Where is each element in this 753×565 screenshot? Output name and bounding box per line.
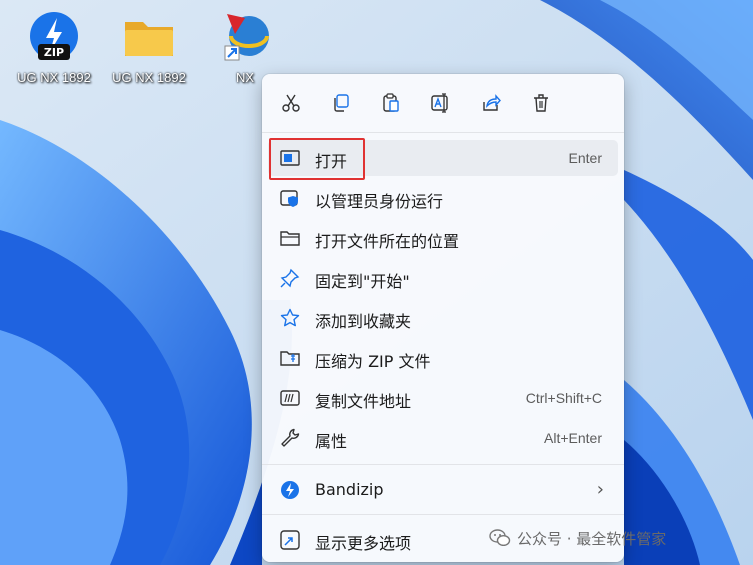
watermark: 公众号 · 最全软件管家: [489, 526, 666, 550]
copy-icon: [334, 94, 349, 112]
zip-folder-icon: [280, 351, 300, 366]
bandizip-icon: [281, 481, 299, 499]
menu-item-copy-path[interactable]: 复制文件地址 Ctrl+Shift+C: [268, 380, 618, 416]
menu-item-shortcut: Enter: [568, 150, 602, 166]
menu-item-pin-to-start[interactable]: 固定到"开始": [268, 260, 618, 296]
menu-item-label: 显示更多选项: [315, 534, 412, 553]
cut-button[interactable]: [278, 90, 304, 116]
menu-item-shortcut: Alt+Enter: [544, 430, 602, 446]
menu-item-label: 固定到"开始": [315, 272, 410, 291]
menu-item-label: 添加到收藏夹: [315, 312, 412, 331]
context-menu-toolbar: [262, 74, 624, 132]
menu-item-properties[interactable]: 属性 Alt+Enter: [268, 420, 618, 456]
menu-item-label: 复制文件地址: [315, 392, 412, 411]
menu-separator: [262, 132, 624, 133]
desktop-icon-ug-folder[interactable]: UG NX 1892: [103, 8, 195, 85]
menu-item-label: 打开文件所在的位置: [315, 232, 460, 251]
watermark-text: 公众号 · 最全软件管家: [517, 529, 667, 548]
menu-separator: [262, 514, 624, 515]
menu-item-add-to-favorites[interactable]: 添加到收藏夹: [268, 300, 618, 336]
copy-button[interactable]: [328, 90, 354, 116]
svg-text:ZIP: ZIP: [44, 46, 64, 59]
paste-icon: [383, 93, 399, 112]
menu-item-label: Bandizip: [315, 480, 384, 499]
desktop-icon-label: UG NX 1892: [112, 70, 186, 85]
menu-item-run-as-admin[interactable]: 以管理员身份运行: [268, 180, 618, 216]
folder-outline-icon: [280, 231, 300, 246]
paste-button[interactable]: [378, 90, 404, 116]
share-icon: [483, 94, 501, 111]
star-icon: [280, 308, 300, 327]
menu-item-compress-zip[interactable]: 压缩为 ZIP 文件: [268, 340, 618, 376]
more-options-icon: [280, 530, 300, 550]
submenu-chevron-icon: ›: [596, 479, 604, 500]
folder-icon: [119, 8, 179, 68]
zip-archive-icon: ZIP: [24, 8, 84, 68]
wrench-icon: [281, 428, 300, 447]
share-button[interactable]: [478, 90, 504, 116]
copy-path-icon: [280, 390, 300, 406]
highlight-annotation-box: [269, 138, 365, 180]
cut-icon: [282, 94, 300, 112]
menu-item-label: 以管理员身份运行: [315, 192, 444, 211]
menu-item-label: 属性: [315, 432, 348, 451]
wechat-icon: [489, 529, 511, 547]
menu-separator: [262, 464, 624, 465]
rename-button[interactable]: [428, 90, 454, 116]
rename-icon: [431, 93, 448, 113]
delete-button[interactable]: [528, 90, 554, 116]
pin-icon: [280, 268, 300, 288]
delete-icon: [534, 94, 548, 112]
menu-item-bandizip[interactable]: Bandizip ›: [268, 472, 618, 508]
menu-item-shortcut: Ctrl+Shift+C: [525, 390, 602, 406]
menu-item-label: 压缩为 ZIP 文件: [315, 352, 431, 371]
nx-app-shortcut-icon: [215, 8, 275, 68]
desktop-icon-ug-zip[interactable]: ZIP UG NX 1892: [8, 8, 100, 85]
menu-item-open-file-location[interactable]: 打开文件所在的位置: [268, 220, 618, 256]
admin-shield-icon: [280, 190, 298, 207]
desktop-icon-label: UG NX 1892: [17, 70, 91, 85]
